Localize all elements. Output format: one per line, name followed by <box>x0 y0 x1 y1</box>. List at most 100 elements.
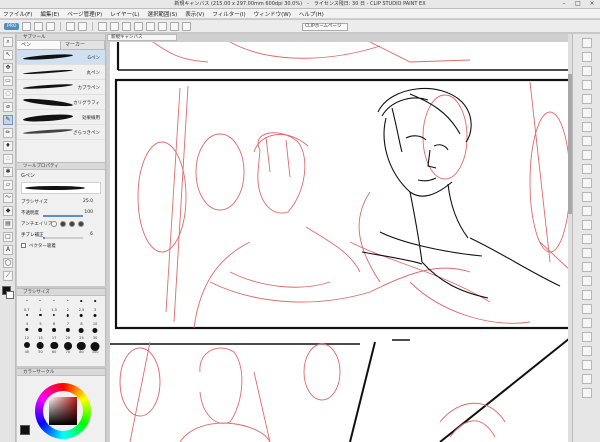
new-file-icon[interactable] <box>22 21 32 31</box>
zoom-tool-icon[interactable]: ⌕ <box>3 37 13 47</box>
brush-size-preset[interactable]: 50 <box>34 341 48 354</box>
save-icon[interactable] <box>46 21 56 31</box>
brush-size-preset[interactable]: 15 <box>34 327 48 340</box>
brush-size-preset[interactable]: 0.7 <box>20 299 34 312</box>
menu-help[interactable]: ヘルプ(H) <box>299 10 324 18</box>
menu-file[interactable]: ファイル(F) <box>3 10 32 18</box>
deselect-icon[interactable] <box>134 21 144 31</box>
antialias-options[interactable] <box>51 221 84 227</box>
brush-size-preset[interactable]: 80 <box>75 341 89 354</box>
color-history-icon[interactable] <box>582 206 592 216</box>
operation-tool-icon[interactable]: ✥ <box>3 63 13 73</box>
layer-icon[interactable] <box>582 94 592 104</box>
current-color-swatch[interactable] <box>20 425 30 435</box>
stabilization-row[interactable]: 手ブレ補正 6 <box>21 230 101 241</box>
history-icon[interactable] <box>582 122 592 132</box>
brush-size-preset[interactable]: 6 <box>47 313 61 326</box>
sub-color-chip[interactable] <box>6 291 14 299</box>
transform-icon[interactable] <box>122 21 132 31</box>
brush-item[interactable]: カリグラフィ <box>17 95 105 110</box>
menu-page[interactable]: ページ管理(P) <box>67 10 102 18</box>
brush-size-preset[interactable]: 2 <box>61 299 75 312</box>
brush-item[interactable]: Gペン <box>17 50 105 65</box>
blend-tool-icon[interactable]: 〜 <box>3 193 13 203</box>
animation-icon[interactable] <box>582 136 592 146</box>
layer-search-icon[interactable] <box>582 80 592 90</box>
brush-size-value[interactable]: 25.0 <box>83 199 93 204</box>
brush-size-preset[interactable]: 30 <box>88 327 102 340</box>
antialias-weak-option[interactable] <box>60 221 66 227</box>
hue-ring[interactable] <box>35 383 91 439</box>
antialias-row[interactable]: アンチエイリアス <box>21 219 101 230</box>
decoration-tool-icon[interactable]: ✱ <box>3 167 13 177</box>
stabilization-value[interactable]: 6 <box>90 232 93 237</box>
brush-size-preset[interactable]: 7 <box>61 313 75 326</box>
eyedropper-tool-icon[interactable]: ⌀ <box>3 102 13 112</box>
menu-view[interactable]: 表示(V) <box>185 10 204 18</box>
saturation-value-square[interactable] <box>49 397 77 425</box>
open-file-icon[interactable] <box>34 21 44 31</box>
figure-tool-icon[interactable]: □ <box>3 232 13 242</box>
fill-icon[interactable] <box>110 21 120 31</box>
layer-property-icon[interactable] <box>582 66 592 76</box>
item-bank-icon[interactable] <box>582 220 592 230</box>
tab-marker[interactable]: マーカー <box>61 41 105 49</box>
menu-window[interactable]: ウィンドウ(W) <box>254 10 291 18</box>
vector-snap-row[interactable]: ベクター吸着 <box>21 241 101 252</box>
brush-size-preset[interactable]: 1.5 <box>47 299 61 312</box>
balloon-tool-icon[interactable]: ◯ <box>3 258 13 268</box>
menu-selection[interactable]: 選択範囲(S) <box>147 10 177 18</box>
extra-panel-icon[interactable] <box>582 388 592 398</box>
brush-size-preset[interactable]: 12 <box>20 327 34 340</box>
invert-selection-icon[interactable] <box>146 21 156 31</box>
redo-icon[interactable] <box>78 21 88 31</box>
brush-size-preset[interactable]: 2.5 <box>75 299 89 312</box>
extra-panel-icon[interactable] <box>582 360 592 370</box>
extra-panel-icon[interactable] <box>582 304 592 314</box>
brush-size-preset[interactable]: 5 <box>34 313 48 326</box>
brush-size-row[interactable]: ブラシサイズ 25.0 <box>21 197 101 208</box>
antialias-none-option[interactable] <box>51 221 57 227</box>
drawing-canvas[interactable] <box>110 42 572 442</box>
minimize-button[interactable]: – <box>558 0 570 8</box>
brush-size-preset[interactable]: 25 <box>75 327 89 340</box>
text-tool-icon[interactable]: A <box>3 245 13 255</box>
brush-item[interactable]: カブラペン <box>17 80 105 95</box>
menu-edit[interactable]: 編集(E) <box>40 10 59 18</box>
brush-size-preset[interactable]: 3 <box>88 299 102 312</box>
approximate-color-icon[interactable] <box>582 192 592 202</box>
brush-size-preset[interactable]: 40 <box>20 341 34 354</box>
menu-filter[interactable]: フィルター(I) <box>212 10 245 18</box>
snap-ruler-icon[interactable] <box>158 21 168 31</box>
brush-item[interactable]: 効果線用 <box>17 110 105 125</box>
info-icon[interactable] <box>582 262 592 272</box>
gradient-tool-icon[interactable]: ▤ <box>3 219 13 229</box>
brush-size-preset[interactable]: 100 <box>88 341 102 354</box>
stabilization-slider[interactable] <box>43 237 83 239</box>
story-icon[interactable] <box>582 276 592 286</box>
brush-item[interactable]: 丸ペン <box>17 65 105 80</box>
snap-perspective-icon[interactable] <box>182 21 192 31</box>
brush-size-preset[interactable]: 20 <box>61 327 75 340</box>
pencil-tool-icon[interactable]: ✏ <box>3 128 13 138</box>
close-button[interactable]: × <box>586 0 598 8</box>
lasso-tool-icon[interactable]: ◌ <box>3 89 13 99</box>
move-tool-icon[interactable]: ↖ <box>3 50 13 60</box>
brush-size-preset[interactable]: 60 <box>47 341 61 354</box>
opacity-row[interactable]: 不透明度 100 <box>21 208 101 219</box>
maximize-button[interactable]: □ <box>572 0 584 8</box>
intermediate-color-icon[interactable] <box>582 178 592 188</box>
vector-snap-checkbox[interactable] <box>21 243 26 248</box>
opacity-slider[interactable] <box>43 215 83 217</box>
brush-size-preset[interactable]: 8 <box>75 313 89 326</box>
snap-grid-icon[interactable] <box>170 21 180 31</box>
extra-panel-icon[interactable] <box>582 318 592 328</box>
antialias-medium-option[interactable] <box>69 221 75 227</box>
brush-item[interactable]: ざらつきペン <box>17 125 105 140</box>
brush-size-preset[interactable]: 17 <box>47 327 61 340</box>
brush-size-preset[interactable]: 4 <box>20 313 34 326</box>
opacity-value[interactable]: 100 <box>84 210 93 215</box>
extra-panel-icon[interactable] <box>582 346 592 356</box>
eraser-tool-icon[interactable]: ▱ <box>3 180 13 190</box>
clear-icon[interactable] <box>98 21 108 31</box>
